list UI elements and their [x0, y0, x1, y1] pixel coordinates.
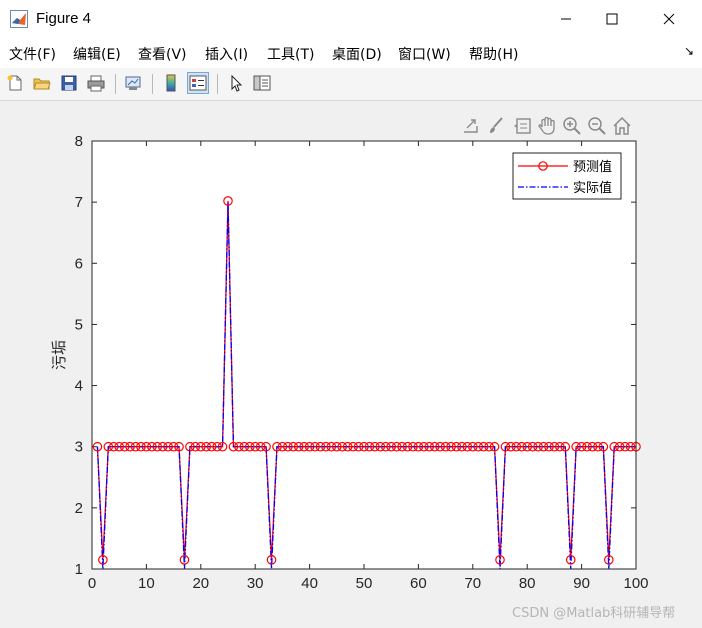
menu-help[interactable]: 帮助(H)	[469, 44, 518, 64]
print-icon	[87, 75, 105, 92]
colorbar-icon	[166, 74, 176, 92]
open-file-icon	[33, 78, 51, 90]
link-plot-button[interactable]	[122, 72, 144, 94]
menu-edit[interactable]: 编辑(E)	[73, 44, 121, 64]
legend-icon	[189, 75, 207, 91]
minimize-icon	[561, 18, 571, 20]
maximize-button[interactable]	[589, 0, 635, 38]
pointer-icon	[231, 74, 243, 92]
pan-icon[interactable]	[537, 116, 557, 136]
minimize-button[interactable]	[543, 0, 589, 38]
figure-canvas	[0, 101, 702, 628]
colorbar-button[interactable]	[160, 72, 182, 94]
window-title: Figure 4	[36, 10, 92, 27]
print-button[interactable]	[85, 72, 107, 94]
property-inspector-button[interactable]	[251, 72, 273, 94]
menu-bar: 文件(F) 编辑(E) 查看(V) 插入(I) 工具(T) 桌面(D) 窗口(W…	[0, 38, 702, 68]
menu-desktop[interactable]: 桌面(D)	[332, 44, 382, 64]
maximize-icon	[606, 13, 618, 25]
watermark-text: CSDN @Matlab科研辅导帮	[512, 606, 676, 621]
link-plot-icon	[125, 76, 141, 90]
new-figure-icon	[7, 75, 22, 91]
figure-toolbar	[0, 68, 702, 101]
open-file-button[interactable]	[31, 72, 53, 94]
zoom-in-icon[interactable]	[562, 116, 582, 136]
close-icon	[663, 13, 675, 25]
toolbar-separator	[152, 74, 153, 94]
menu-view[interactable]: 查看(V)	[138, 44, 187, 64]
zoom-out-icon[interactable]	[587, 116, 607, 136]
matlab-logo-icon	[10, 10, 28, 28]
brush-icon[interactable]	[486, 116, 506, 136]
save-button[interactable]	[58, 72, 80, 94]
save-icon	[61, 75, 77, 91]
datatip-icon[interactable]	[512, 116, 532, 136]
close-button[interactable]	[646, 0, 692, 38]
legend-button[interactable]	[187, 72, 209, 94]
menu-insert[interactable]: 插入(I)	[205, 44, 248, 64]
menu-file[interactable]: 文件(F)	[9, 44, 56, 64]
home-icon[interactable]	[612, 116, 632, 136]
chevron-icon[interactable]: ↘	[684, 44, 694, 58]
toolbar-separator	[115, 74, 116, 94]
title-bar: Figure 4	[0, 0, 702, 38]
property-inspector-icon	[253, 75, 271, 91]
new-figure-button[interactable]	[4, 72, 26, 94]
pointer-button[interactable]	[225, 72, 247, 94]
menu-tools[interactable]: 工具(T)	[267, 44, 314, 64]
export-icon[interactable]	[461, 116, 481, 136]
menu-window[interactable]: 窗口(W)	[398, 44, 451, 64]
toolbar-separator	[217, 74, 218, 94]
